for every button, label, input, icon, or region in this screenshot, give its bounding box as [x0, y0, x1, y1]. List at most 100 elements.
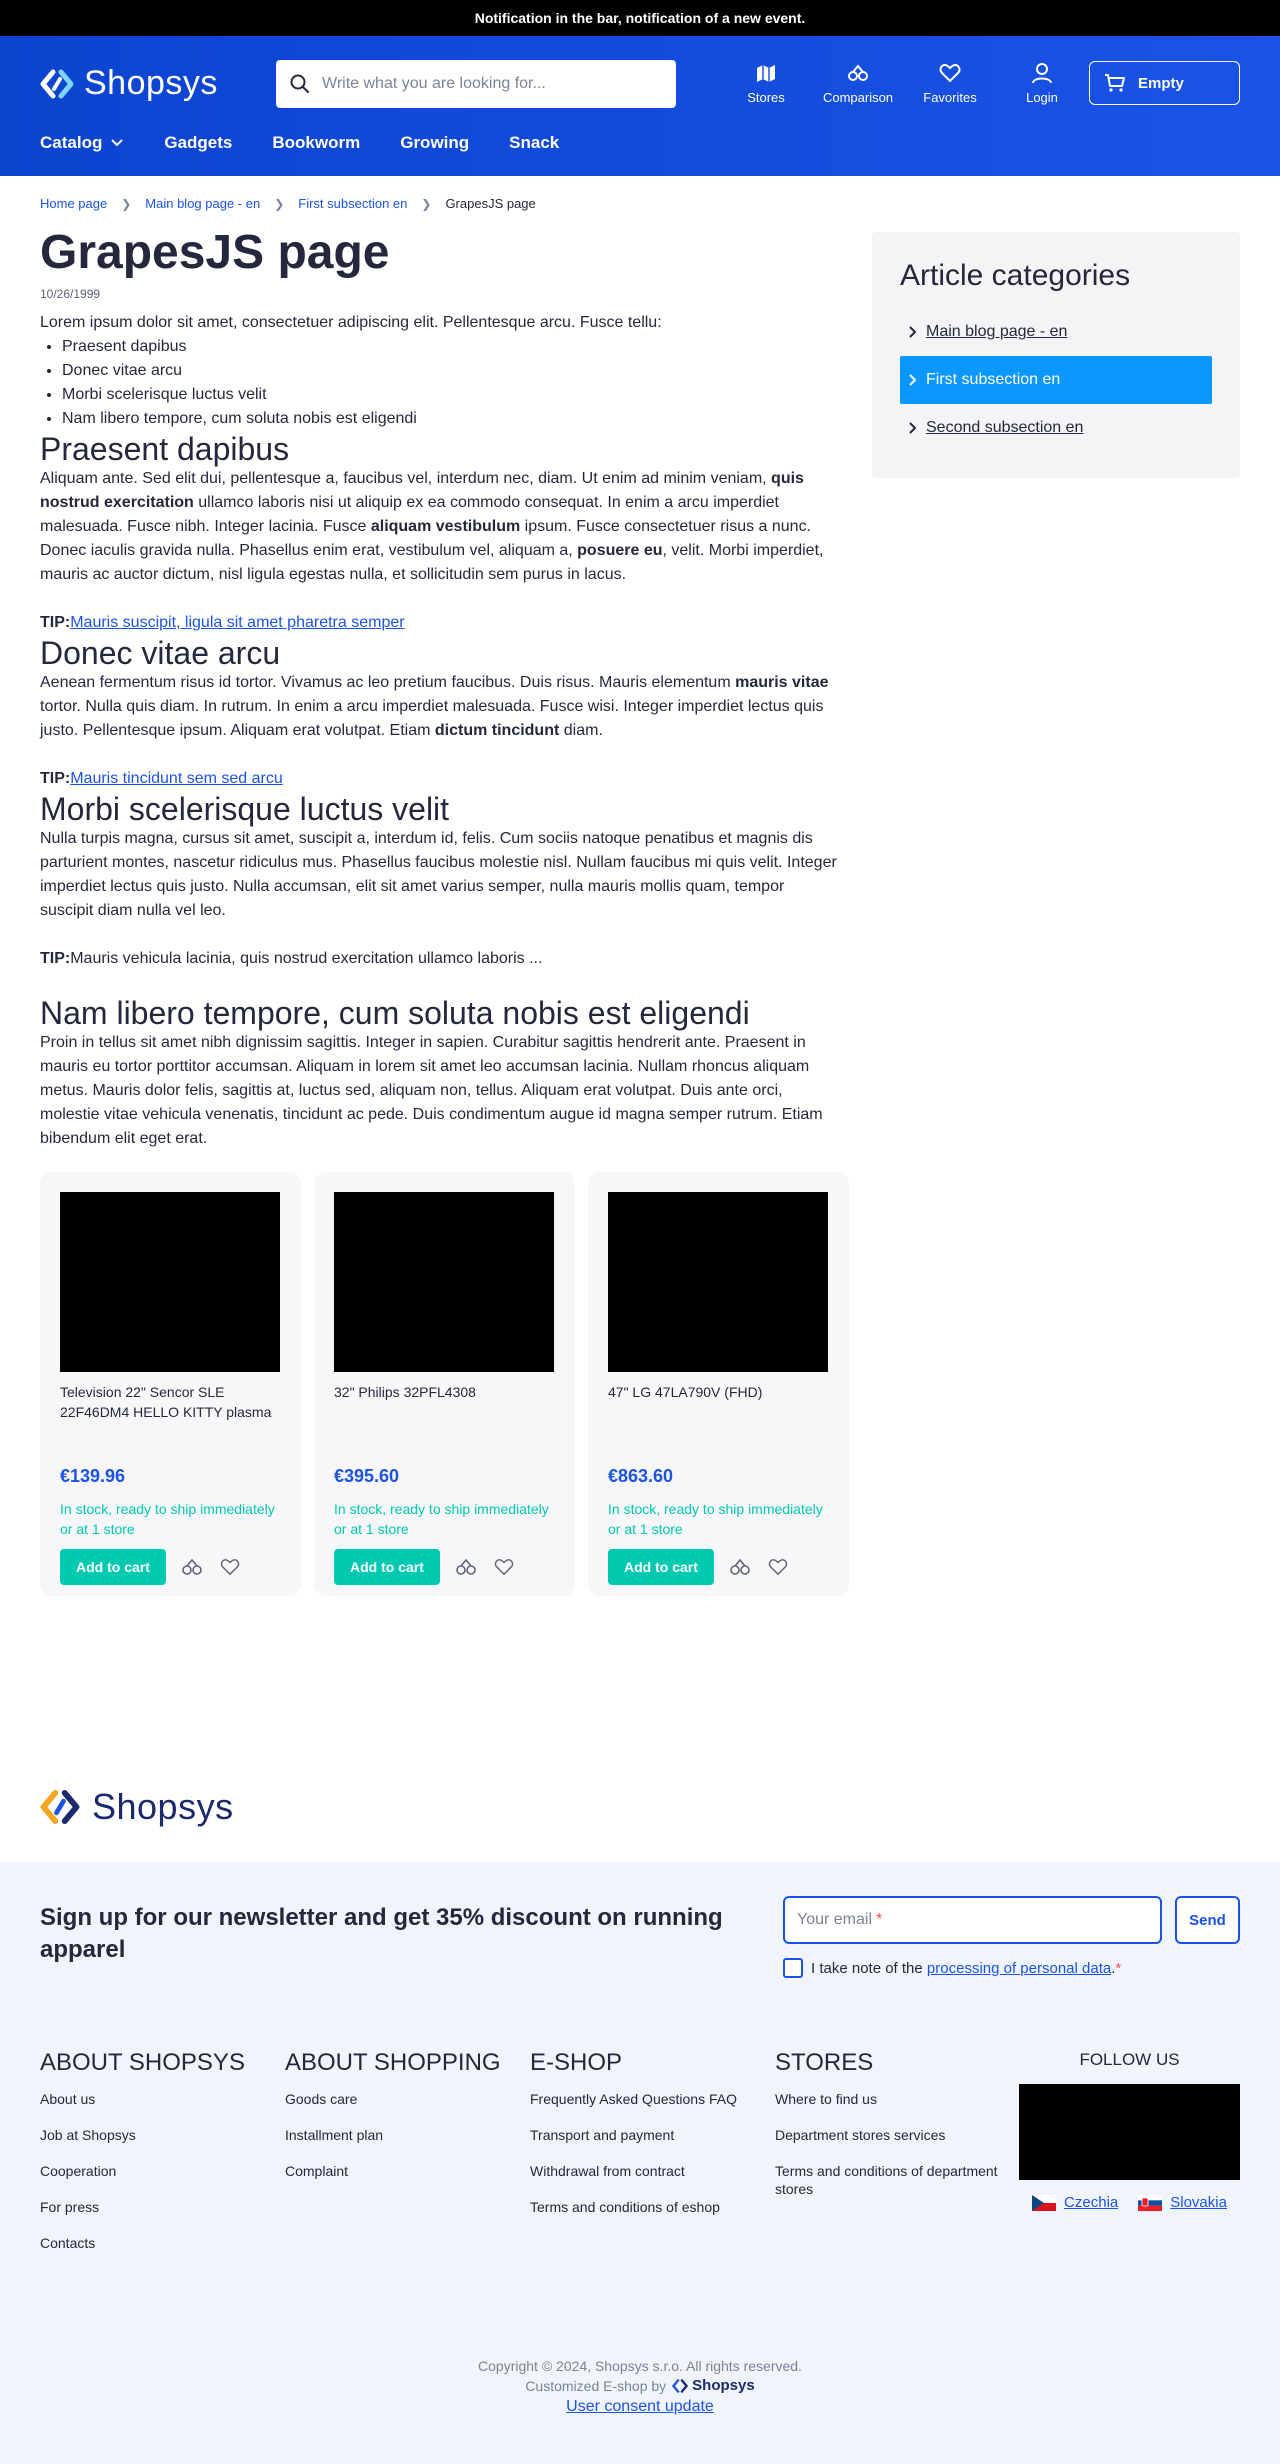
product-price: €395.60: [334, 1466, 400, 1486]
footer-link[interactable]: Terms and conditions of eshop: [530, 2198, 775, 2216]
product-card[interactable]: Television 22" Sencor SLE 22F46DM4 HELLO…: [40, 1172, 301, 1596]
product-card[interactable]: 47" LG 47LA790V (FHD) €863.60 In stock, …: [588, 1172, 849, 1596]
list-item: Praesent dapibus: [62, 335, 840, 359]
footer-logo[interactable]: Shopsys: [40, 1786, 234, 1828]
notification-text: Notification in the bar, notification of…: [474, 10, 806, 26]
product-price: €139.96: [60, 1466, 126, 1486]
language-link[interactable]: Slovakia: [1170, 2194, 1227, 2211]
section-heading: Nam libero tempore, cum soluta nobis est…: [40, 995, 750, 1031]
footer-columns: ABOUT SHOPSYS About us Job at Shopsys Co…: [40, 2048, 1020, 2270]
compare-icon[interactable]: [728, 1555, 752, 1579]
stores-link[interactable]: Stores: [720, 62, 812, 105]
newsletter-email-field[interactable]: Your email *: [783, 1896, 1162, 1944]
sidebar-item-first-subsection[interactable]: First subsection en: [900, 356, 1212, 404]
comparison-label: Comparison: [822, 90, 894, 105]
footer-link[interactable]: Installment plan: [285, 2126, 530, 2144]
nav-item-snack[interactable]: Snack: [509, 133, 559, 153]
product-name[interactable]: 32" Philips 32PFL4308: [334, 1382, 555, 1448]
privacy-link[interactable]: processing of personal data: [927, 1960, 1111, 1977]
social-image[interactable]: [1019, 2084, 1240, 2180]
breadcrumb-link[interactable]: Home page: [40, 196, 107, 211]
section-text: Aenean fermentum risus id tortor. Vivamu…: [40, 674, 829, 739]
language-switcher: Czechia Slovakia: [1019, 2194, 1240, 2211]
product-image[interactable]: [334, 1192, 554, 1372]
nav-item-growing[interactable]: Growing: [400, 133, 469, 153]
breadcrumb-current: GrapesJS page: [445, 196, 536, 211]
chevron-down-icon: [111, 139, 124, 147]
sidebar-item-second-subsection[interactable]: Second subsection en: [900, 404, 1212, 452]
nav-item-gadgets[interactable]: Gadgets: [164, 133, 232, 153]
footer-column: STORES Where to find us Department store…: [775, 2048, 1020, 2270]
footer-logo-text: Shopsys: [92, 1786, 234, 1827]
nav-label: Snack: [509, 133, 560, 152]
footer-link[interactable]: Where to find us: [775, 2090, 1020, 2108]
list-item: Nam libero tempore, cum soluta nobis est…: [62, 407, 840, 431]
section-text: Nulla turpis magna, cursus sit amet, sus…: [40, 830, 837, 919]
logo[interactable]: Shopsys: [40, 64, 218, 103]
language-slovakia[interactable]: Slovakia: [1138, 2194, 1227, 2211]
language-czechia[interactable]: Czechia: [1032, 2194, 1118, 2211]
sidebar-item-main-blog[interactable]: Main blog page - en: [900, 308, 1212, 356]
footer-link[interactable]: For press: [40, 2198, 285, 2216]
made-by-logo[interactable]: Shopsys: [672, 2376, 755, 2396]
breadcrumb: Home page ❯ Main blog page - en ❯ First …: [40, 196, 536, 211]
heart-icon[interactable]: [492, 1555, 516, 1579]
product-name[interactable]: 47" LG 47LA790V (FHD): [608, 1382, 829, 1448]
cart-button[interactable]: Empty: [1089, 61, 1240, 105]
nav-item-catalog[interactable]: Catalog: [40, 133, 124, 153]
footer-link[interactable]: Withdrawal from contract: [530, 2162, 775, 2180]
footer-column-title: STORES: [775, 2049, 874, 2076]
tip: TIP:Mauris suscipit, ligula sit amet pha…: [40, 614, 405, 631]
tip-link[interactable]: Mauris suscipit, ligula sit amet pharetr…: [70, 614, 404, 631]
czech-flag-icon: [1032, 2194, 1057, 2211]
footer-link[interactable]: Frequently Asked Questions FAQ: [530, 2090, 775, 2108]
footer-link[interactable]: Cooperation: [40, 2162, 285, 2180]
footer-link[interactable]: About us: [40, 2090, 285, 2108]
product-image[interactable]: [608, 1192, 828, 1372]
section-text: Proin in tellus sit amet nibh dignissim …: [40, 1034, 823, 1147]
add-to-cart-button[interactable]: Add to cart: [334, 1549, 440, 1585]
chevron-right-icon: ❯: [421, 196, 432, 211]
add-to-cart-button[interactable]: Add to cart: [60, 1549, 166, 1585]
heart-icon[interactable]: [218, 1555, 242, 1579]
footer-link[interactable]: Goods care: [285, 2090, 530, 2108]
newsletter-consent: I take note of the processing of persona…: [783, 1958, 1121, 1978]
footer-link[interactable]: Department stores services: [775, 2126, 1020, 2144]
logo-mark-icon: [40, 69, 74, 98]
compare-icon[interactable]: [454, 1555, 478, 1579]
footer-link[interactable]: Contacts: [40, 2234, 285, 2252]
footer-link[interactable]: Terms and conditions of department store…: [775, 2162, 1020, 2198]
footer-column: ABOUT SHOPPING Goods care Installment pl…: [285, 2048, 530, 2270]
newsletter-title: Sign up for our newsletter and get 35% d…: [40, 1904, 723, 1963]
article-intro: Lorem ipsum dolor sit amet, consectetuer…: [40, 314, 662, 331]
footer-link[interactable]: Complaint: [285, 2162, 530, 2180]
product-image[interactable]: [60, 1192, 280, 1372]
compare-icon[interactable]: [180, 1555, 204, 1579]
logo-mark-icon: [672, 2379, 689, 2393]
login-link[interactable]: Login: [996, 62, 1088, 105]
cart-icon: [1105, 74, 1125, 92]
consent-checkbox[interactable]: [783, 1958, 803, 1978]
search-box[interactable]: [276, 60, 676, 108]
breadcrumb-link[interactable]: First subsection en: [298, 196, 407, 211]
slovak-flag-icon: [1138, 2194, 1163, 2211]
footer-link[interactable]: Transport and payment: [530, 2126, 775, 2144]
product-card[interactable]: 32" Philips 32PFL4308 €395.60 In stock, …: [314, 1172, 575, 1596]
sidebar-title: Article categories: [900, 259, 1131, 292]
product-price: €863.60: [608, 1466, 674, 1486]
breadcrumb-link[interactable]: Main blog page - en: [145, 196, 260, 211]
search-input[interactable]: [322, 75, 642, 93]
heart-icon[interactable]: [766, 1555, 790, 1579]
nav-item-bookworm[interactable]: Bookworm: [272, 133, 360, 153]
footer-column-title: ABOUT SHOPSYS: [40, 2049, 245, 2076]
comparison-link[interactable]: Comparison: [812, 62, 904, 105]
language-link[interactable]: Czechia: [1064, 2194, 1118, 2211]
consent-update-link[interactable]: User consent update: [566, 2398, 714, 2415]
product-name[interactable]: Television 22" Sencor SLE 22F46DM4 HELLO…: [60, 1382, 281, 1448]
add-to-cart-button[interactable]: Add to cart: [608, 1549, 714, 1585]
favorites-link[interactable]: Favorites: [904, 62, 996, 105]
footer-link[interactable]: Job at Shopsys: [40, 2126, 285, 2144]
footer-column-title: ABOUT SHOPPING: [285, 2049, 501, 2076]
newsletter-send-button[interactable]: Send: [1175, 1896, 1240, 1944]
tip-link[interactable]: Mauris tincidunt sem sed arcu: [70, 770, 283, 787]
